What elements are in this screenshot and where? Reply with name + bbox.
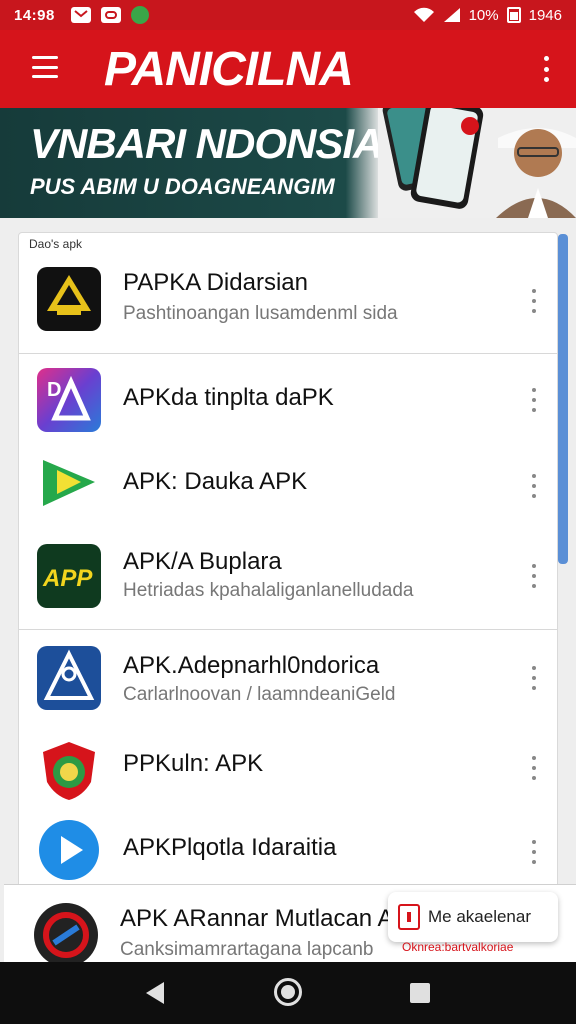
item-title: APKPlqotla Idaraitia — [123, 834, 337, 861]
item-more-icon[interactable] — [527, 289, 541, 313]
item-more-icon[interactable] — [527, 388, 541, 412]
banner-subheadline: PUS ABIM U DOAGNEANGIM — [30, 174, 335, 199]
status-time: 14:98 — [14, 6, 55, 24]
blue-emblem-icon — [37, 646, 101, 710]
item-title: PAPKA Didarsian — [123, 269, 308, 296]
list-item[interactable]: APP APK/A Buplara Hetriadas kpahalaligan… — [19, 526, 557, 622]
status-left: 14:98 — [14, 6, 149, 24]
status-right: 10% 1946 — [413, 7, 562, 24]
signal-icon — [443, 8, 460, 22]
battery-icon — [506, 7, 521, 23]
phone-alert-icon — [398, 904, 420, 930]
item-more-icon[interactable] — [527, 666, 541, 690]
menu-icon[interactable] — [32, 56, 58, 78]
more-vert-icon[interactable] — [536, 56, 556, 82]
youtube-icon — [100, 7, 121, 23]
list-item[interactable]: PAPKA Didarsian Pashtinoangan lusamdenml… — [19, 253, 557, 353]
item-more-icon[interactable] — [527, 564, 541, 588]
list-item[interactable]: APK.Adepnarhl0ndorica Carlarlnoovan / la… — [19, 630, 557, 726]
toast-subtext: Oknrea:bartvalkoriae — [402, 940, 514, 954]
status-bar: 14:98 10% 1946 — [0, 0, 576, 30]
wifi-icon — [413, 7, 434, 22]
item-subtitle: Canksimamrartagana lapcanb — [120, 939, 374, 960]
back-icon[interactable] — [146, 982, 164, 1004]
golden-emblem-icon — [37, 267, 101, 331]
list-item[interactable]: PPKuln: APK — [19, 726, 557, 812]
circle-logo-icon — [34, 903, 98, 967]
item-title: APK ARannar Mutlacan A — [120, 905, 394, 932]
toast-text: Me akaelenar — [428, 907, 532, 926]
svg-text:D: D — [47, 379, 61, 401]
item-title: APK.Adepnarhl0ndorica — [123, 652, 380, 679]
battery-percent: 10% — [468, 6, 499, 24]
item-title: APK: Dauka APK — [123, 468, 308, 495]
blue-play-icon — [37, 818, 101, 882]
banner-headline: VNBARI NDONSIA — [30, 120, 383, 167]
list-caption: Dao's apk — [29, 237, 82, 251]
item-subtitle: Hetriadas kpahalaliganlanelludada — [123, 580, 414, 601]
navigation-bar — [0, 962, 576, 1024]
item-title: APK/A Buplara — [123, 548, 282, 575]
install-toast[interactable]: Me akaelenar — [388, 892, 558, 942]
app-icon — [130, 6, 149, 24]
app-title: PANICILNA — [104, 43, 354, 96]
item-title: APKda tinplta daPK — [123, 384, 334, 411]
status-clock-right: 1946 — [528, 6, 562, 24]
app-text-icon: APP — [37, 544, 101, 608]
recent-apps-icon[interactable] — [410, 983, 430, 1003]
item-subtitle: Carlarlnoovan / laamndeaniGeld — [123, 684, 396, 705]
home-icon[interactable] — [274, 978, 302, 1006]
item-title: PPKuln: APK — [123, 750, 264, 777]
scrollbar[interactable] — [558, 234, 568, 564]
item-subtitle: Pashtinoangan lusamdenml sida — [123, 303, 398, 324]
da-logo-icon: D — [37, 368, 101, 432]
item-more-icon[interactable] — [527, 756, 541, 780]
green-play-icon — [37, 450, 101, 514]
item-more-icon[interactable] — [527, 474, 541, 498]
mail-icon — [70, 7, 91, 23]
item-more-icon[interactable] — [527, 840, 541, 864]
banner-phone-person-image — [378, 108, 576, 218]
svg-text:APP: APP — [42, 565, 93, 592]
app-list: Dao's apk PAPKA Didarsian Pashtinoangan … — [18, 232, 558, 962]
promo-banner[interactable]: VNBARI NDONSIA PUS ABIM U DOAGNEANGIM — [0, 108, 576, 218]
shield-garuda-icon — [37, 738, 101, 802]
app-bar: PANICILNA — [0, 30, 576, 108]
list-item[interactable]: D APKda tinplta daPK — [19, 354, 557, 438]
list-item[interactable]: APK: Dauka APK — [19, 438, 557, 524]
list-item[interactable]: APKPlqotla Idaraitia — [19, 812, 557, 884]
